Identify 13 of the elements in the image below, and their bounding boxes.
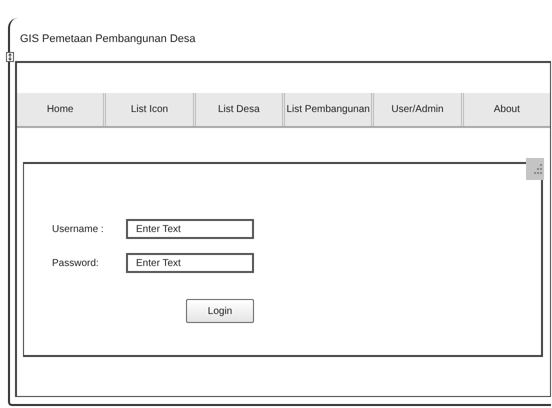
nav-tab[interactable]: List Pembangunan: [282, 93, 372, 126]
nav-tab[interactable]: List Desa: [192, 93, 282, 126]
nav-tab[interactable]: List Icon: [103, 93, 193, 126]
nav-tab[interactable]: User/Admin: [371, 93, 461, 126]
resize-grip-icon: [526, 158, 544, 180]
login-button[interactable]: Login: [186, 299, 254, 323]
input-field[interactable]: Enter Text: [126, 219, 254, 239]
window-title: GIS Pemetaan Pembangunan Desa: [20, 32, 196, 48]
input-field[interactable]: Enter Text: [126, 253, 254, 273]
field-label: Password:: [52, 256, 100, 270]
nav-tab[interactable]: Home: [17, 93, 104, 126]
nav-tab[interactable]: About: [460, 93, 550, 126]
field-label: Username :: [52, 222, 105, 236]
